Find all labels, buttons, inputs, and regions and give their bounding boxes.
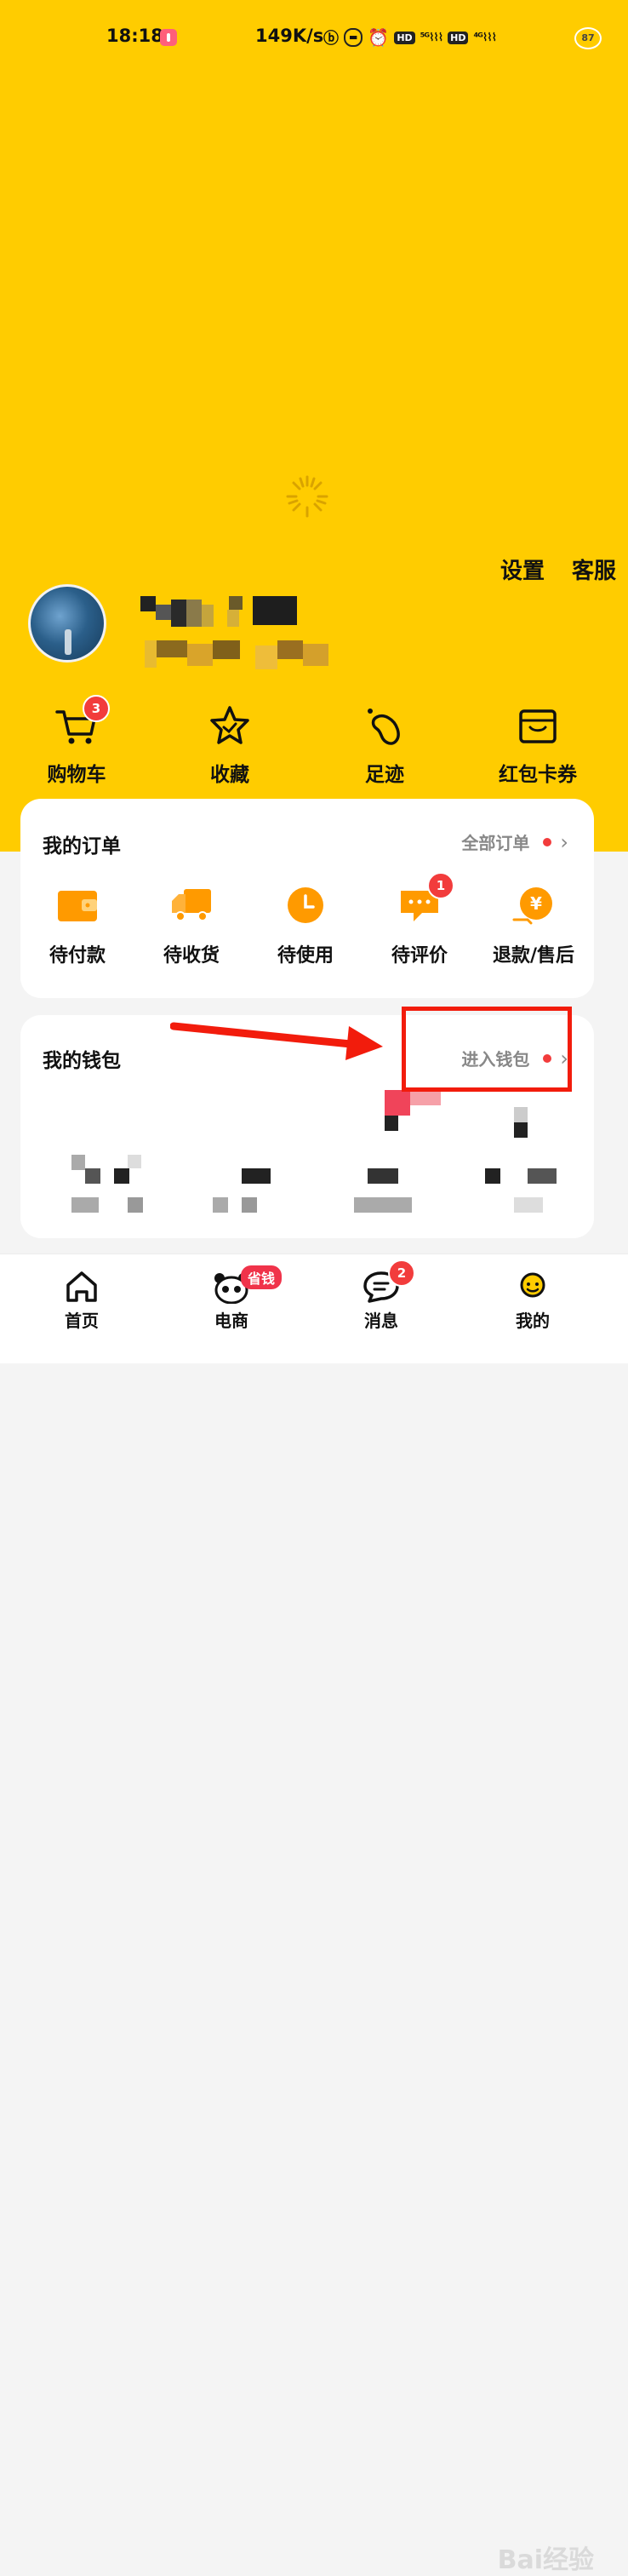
signal-5g-icon: ⁵ᴳ⌇⌇⌇ — [420, 31, 443, 44]
watermark: Bai经验 — [497, 2545, 594, 2575]
quick-item-label: 收藏 — [210, 764, 249, 786]
profile-icon — [520, 1272, 545, 1298]
order-pending-use[interactable]: 待使用 — [248, 886, 363, 967]
quick-links: 3 购物车 收藏 足迹 红包卡券 — [0, 695, 628, 789]
alarm-icon: ⏰ — [368, 27, 390, 48]
orders-title: 我的订单 — [43, 835, 121, 858]
review-badge: 1 — [427, 872, 454, 899]
hd-icon: HD — [394, 31, 415, 44]
tab-home[interactable]: 首页 — [31, 1270, 133, 1332]
network-speed: 149K/s — [255, 26, 324, 46]
order-label: 待使用 — [277, 945, 334, 967]
settings-link[interactable]: 设置 — [500, 554, 545, 585]
all-orders-label: 全部订单 — [461, 833, 530, 853]
nfc-icon: ▬ — [344, 28, 363, 47]
wallet-orange-icon — [58, 891, 97, 921]
messages-badge: 2 — [388, 1259, 415, 1287]
annotation-arrow-icon — [170, 1022, 383, 1060]
tab-label: 首页 — [65, 1311, 99, 1331]
refund-icon: ¥ — [512, 887, 552, 925]
top-actions: 设置 客服 — [500, 554, 616, 585]
status-icons: ⓑ ▬ ⏰ HD ⁵ᴳ⌇⌇⌇ HD ⁴ᴳ⌇⌇⌇ — [323, 26, 497, 49]
cart-badge: 3 — [83, 695, 110, 722]
wallet-title: 我的钱包 — [43, 1050, 121, 1072]
orders-card: 我的订单 全部订单 › 待付款 待收货 待使用 1 待评价 ¥ 退款/售后 — [20, 799, 594, 998]
bluetooth-icon: ⓑ — [323, 30, 339, 48]
quick-item-label: 红包卡券 — [499, 764, 577, 786]
loading-spinner-icon — [286, 475, 328, 518]
home-icon — [66, 1271, 97, 1302]
quick-item-coupons[interactable]: 红包卡券 — [478, 703, 597, 787]
status-bar: 18:18 149K/s ⓑ ▬ ⏰ HD ⁵ᴳ⌇⌇⌇ HD ⁴ᴳ⌇⌇⌇ 87 — [0, 26, 628, 51]
order-label: 待收货 — [163, 945, 220, 967]
wallet-card-icon — [519, 709, 557, 743]
tab-profile[interactable]: 我的 — [482, 1270, 584, 1332]
annotation-highlight-box — [402, 1007, 572, 1092]
order-pending-payment[interactable]: 待付款 — [20, 886, 134, 967]
hd-icon-2: HD — [448, 31, 469, 44]
all-orders-link[interactable]: 全部订单 › — [461, 829, 568, 854]
quick-item-cart[interactable]: 3 购物车 — [17, 695, 136, 787]
order-label: 待评价 — [391, 945, 448, 967]
save-money-badge: 省钱 — [241, 1265, 283, 1289]
star-icon — [210, 706, 249, 744]
chevron-right-icon: › — [560, 829, 568, 854]
record-icon — [160, 29, 177, 46]
tab-messages[interactable]: 2 消息 — [330, 1259, 432, 1332]
clock-icon — [288, 887, 323, 923]
signal-4g-icon: ⁴ᴳ⌇⌇⌇ — [473, 31, 496, 44]
avatar[interactable] — [28, 584, 106, 663]
tab-label: 消息 — [364, 1311, 398, 1331]
truck-icon — [172, 889, 211, 921]
svg-text:¥: ¥ — [530, 893, 542, 914]
quick-item-label: 足迹 — [365, 764, 404, 786]
bottom-tab-bar: 首页 省钱 电商 2 消息 我的 Bai经验 — [0, 1254, 628, 2575]
status-time: 18:18 — [106, 26, 163, 46]
footprint-icon — [368, 709, 400, 745]
quick-item-favorites[interactable]: 收藏 — [170, 703, 289, 787]
order-refund[interactable]: ¥ 退款/售后 — [477, 886, 591, 967]
tab-label: 我的 — [516, 1311, 550, 1331]
notification-dot — [543, 837, 552, 846]
user-info-pixelated — [145, 640, 332, 669]
order-label: 退款/售后 — [492, 945, 575, 967]
quick-item-label: 购物车 — [47, 764, 106, 786]
tab-label: 电商 — [214, 1311, 248, 1331]
order-pending-review[interactable]: 1 待评价 — [363, 872, 477, 967]
quick-item-footprints[interactable]: 足迹 — [325, 703, 444, 787]
battery-icon: 87 — [574, 27, 602, 49]
username-pixelated[interactable] — [140, 596, 311, 630]
tab-ecommerce[interactable]: 省钱 电商 — [180, 1265, 283, 1332]
order-label: 待付款 — [49, 945, 106, 967]
order-pending-receipt[interactable]: 待收货 — [134, 886, 248, 967]
customer-service-link[interactable]: 客服 — [572, 554, 616, 585]
